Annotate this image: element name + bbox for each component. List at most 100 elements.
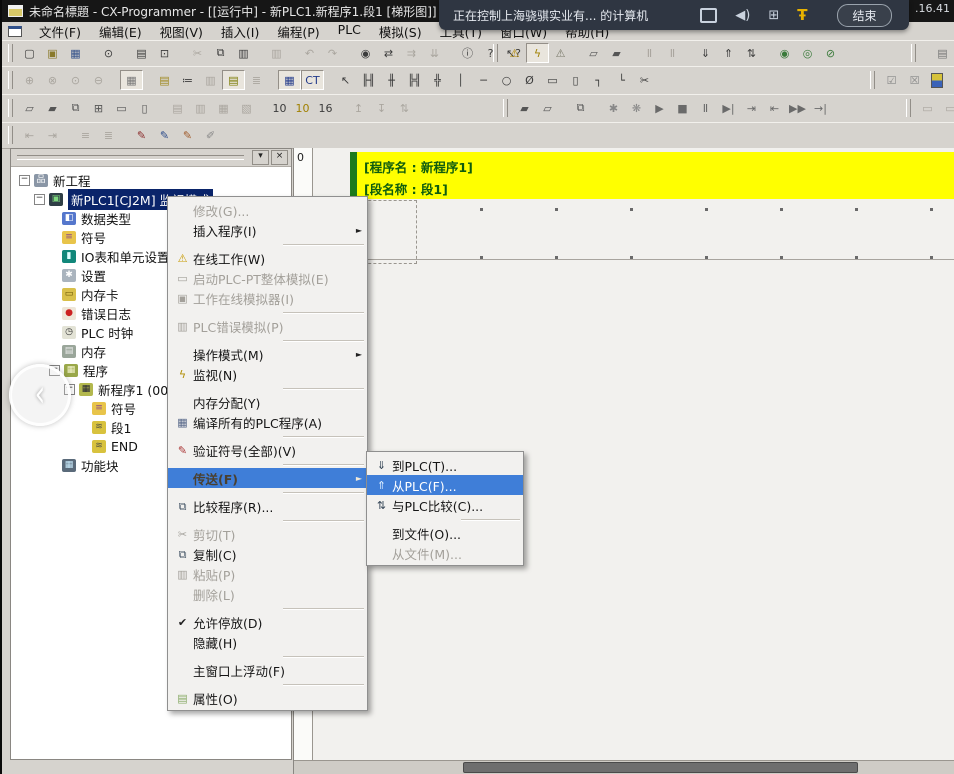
- menu-item-transfer[interactable]: 传送(F) ►: [168, 468, 367, 488]
- menu-bar-item[interactable]: 插入(I): [212, 21, 268, 42]
- transfer-all-icon[interactable]: ▱: [536, 98, 559, 118]
- float-window-icon[interactable]: ▭: [110, 98, 133, 118]
- window-panel-icon[interactable]: ⊞: [768, 9, 779, 22]
- monitor-signed-decimal-icon[interactable]: 10: [291, 98, 314, 118]
- horizontal-line-icon[interactable]: ─: [472, 70, 495, 90]
- submenu-item-compare-with-plc[interactable]: ⇅ 与PLC比较(C)...: [367, 495, 523, 515]
- force-cancel-icon[interactable]: ⊘: [819, 43, 842, 63]
- menu-item-compile-all-plc-programs[interactable]: ▦ 编译所有的PLC程序(A): [168, 412, 367, 432]
- menu-item-float-in-main-window[interactable]: 主窗口上浮动(F): [168, 660, 367, 680]
- remote-sidebar-toggle[interactable]: ‹: [9, 364, 71, 426]
- menu-item-copy[interactable]: ⧉ 复制(C): [168, 544, 367, 564]
- new-contact-icon[interactable]: ╟╢: [357, 70, 380, 90]
- save-icon[interactable]: ▦: [64, 43, 87, 63]
- menu-item-verify-symbols-all[interactable]: ✎ 验证符号(全部)(V): [168, 440, 367, 460]
- menu-item-allow-docking[interactable]: ✔ 允许停放(D): [168, 612, 367, 632]
- new-instruction2-icon[interactable]: ▯: [564, 70, 587, 90]
- upload-from-plc-icon[interactable]: ⇑: [717, 43, 740, 63]
- ct-view-icon[interactable]: CT: [301, 70, 324, 90]
- horizontal-scrollbar-thumb[interactable]: [463, 762, 858, 773]
- open-file-icon[interactable]: ▣: [41, 43, 64, 63]
- menu-item-work-online[interactable]: ⚠ 在线工作(W): [168, 248, 367, 268]
- scan-step-run-icon[interactable]: →|: [809, 98, 832, 118]
- new-file-icon[interactable]: ▢: [18, 43, 41, 63]
- line-connect-icon[interactable]: └: [610, 70, 633, 90]
- menu-bar-item[interactable]: 模拟(S): [370, 21, 431, 42]
- end-session-button[interactable]: 结束: [837, 4, 891, 27]
- tile-window-icon[interactable]: ▰: [41, 98, 64, 118]
- new-window-icon[interactable]: ▱: [18, 98, 41, 118]
- workspace-minimize-button[interactable]: ▾: [252, 150, 269, 165]
- horizontal-scrollbar[interactable]: [294, 760, 954, 774]
- compare-with-plc-icon[interactable]: ⇅: [740, 43, 763, 63]
- force-off-icon[interactable]: ◎: [796, 43, 819, 63]
- replace-icon[interactable]: ⇄: [377, 43, 400, 63]
- continuous-step-run-icon[interactable]: ▶▶: [786, 98, 809, 118]
- ladder-view-icon[interactable]: ▤: [222, 70, 245, 90]
- sim-pause-icon[interactable]: Ⅱ: [694, 98, 717, 118]
- vertical-line-icon[interactable]: │: [449, 70, 472, 90]
- force-reset-pen-icon[interactable]: ✎: [153, 125, 176, 145]
- local-symbol-icon[interactable]: ≔: [176, 70, 199, 90]
- toolbar-grip[interactable]: [906, 99, 911, 117]
- tree-item-new-project[interactable]: − 品 新工程: [11, 171, 291, 190]
- menu-item-operating-mode[interactable]: 操作模式(M) ►: [168, 344, 367, 364]
- toolbar-grip[interactable]: [8, 71, 13, 89]
- cascade-window-icon[interactable]: ⧉: [64, 98, 87, 118]
- fullscreen-icon[interactable]: [700, 8, 717, 23]
- menu-item-insert-program[interactable]: 插入程序(I) ►: [168, 220, 367, 240]
- workspace-drag-handle[interactable]: [17, 155, 244, 160]
- monitor-check-icon[interactable]: ☑: [880, 70, 903, 90]
- toolbar-grip[interactable]: [8, 44, 13, 62]
- step-run-icon[interactable]: ▶|: [717, 98, 740, 118]
- step-in-icon[interactable]: ⇥: [740, 98, 763, 118]
- monitor-clear-icon[interactable]: ☒: [903, 70, 926, 90]
- new-coil-icon[interactable]: ○: [495, 70, 518, 90]
- menu-item-hide[interactable]: 隐藏(H): [168, 632, 367, 652]
- mdi-child-icon[interactable]: [8, 26, 22, 37]
- new-instruction-icon[interactable]: ▭: [541, 70, 564, 90]
- new-closed-contact-icon[interactable]: ╫: [380, 70, 403, 90]
- monitor-hex-icon[interactable]: 16: [314, 98, 337, 118]
- pointer-tool-icon[interactable]: Ŧ: [797, 6, 807, 24]
- menu-bar-item[interactable]: 视图(V): [151, 21, 212, 42]
- menu-bar-item[interactable]: 文件(F): [30, 21, 90, 42]
- step-out-icon[interactable]: ⇤: [763, 98, 786, 118]
- toolbar-grip[interactable]: [8, 126, 13, 144]
- paste-icon[interactable]: ▥: [232, 43, 255, 63]
- force-toggle-pen-icon[interactable]: ✎: [176, 125, 199, 145]
- toolbar-grip[interactable]: [8, 99, 13, 117]
- menu-bar-item[interactable]: 编程(P): [268, 21, 328, 42]
- force-clear-pen-icon[interactable]: ✐: [199, 125, 222, 145]
- sim-run-icon[interactable]: ▶: [648, 98, 671, 118]
- menu-bar-item[interactable]: 编辑(E): [90, 21, 151, 42]
- scan-run-icon[interactable]: ❋: [625, 98, 648, 118]
- dock-window-icon[interactable]: ▯: [133, 98, 156, 118]
- toolbar-grip[interactable]: [870, 71, 875, 89]
- toolbar-grip[interactable]: [911, 44, 916, 62]
- work-online-icon[interactable]: ⚠: [503, 43, 526, 63]
- speaker-icon[interactable]: ◀): [735, 9, 750, 22]
- new-or-contact-icon[interactable]: ╠╣: [403, 70, 426, 90]
- line-delete-icon[interactable]: ✂: [633, 70, 656, 90]
- menu-item-compare-program[interactable]: ⧉ 比较程序(R)...: [168, 496, 367, 516]
- transfer-online-icon[interactable]: ▰: [605, 43, 628, 63]
- new-or-closed-contact-icon[interactable]: ╬: [426, 70, 449, 90]
- invert-icon[interactable]: ┐: [587, 70, 610, 90]
- pause-monitoring-icon[interactable]: ⚠: [549, 43, 572, 63]
- menu-bar-item[interactable]: PLC: [329, 21, 370, 42]
- sim-stop-icon[interactable]: ■: [671, 98, 694, 118]
- copy-icon[interactable]: ⧉: [209, 43, 232, 63]
- menu-item-properties[interactable]: ▤ 属性(O): [168, 688, 367, 708]
- submenu-item-to-file[interactable]: 到文件(O)...: [367, 523, 523, 543]
- print-preview-icon[interactable]: ⊡: [153, 43, 176, 63]
- menu-item-monitor[interactable]: ϟ 监视(N): [168, 364, 367, 384]
- submenu-item-from-plc[interactable]: ⇑ 从PLC(F)...: [367, 475, 523, 495]
- monitor-icon[interactable]: ϟ: [526, 43, 549, 63]
- submenu-item-to-plc[interactable]: ⇓ 到PLC(T)...: [367, 455, 523, 475]
- new-closed-coil-icon[interactable]: Ø: [518, 70, 541, 90]
- workspace-close-button[interactable]: ×: [271, 150, 288, 165]
- menu-item-memory-allocation[interactable]: 内存分配(Y): [168, 392, 367, 412]
- transfer-program-icon[interactable]: ▰: [513, 98, 536, 118]
- toolbar-grip[interactable]: [503, 99, 508, 117]
